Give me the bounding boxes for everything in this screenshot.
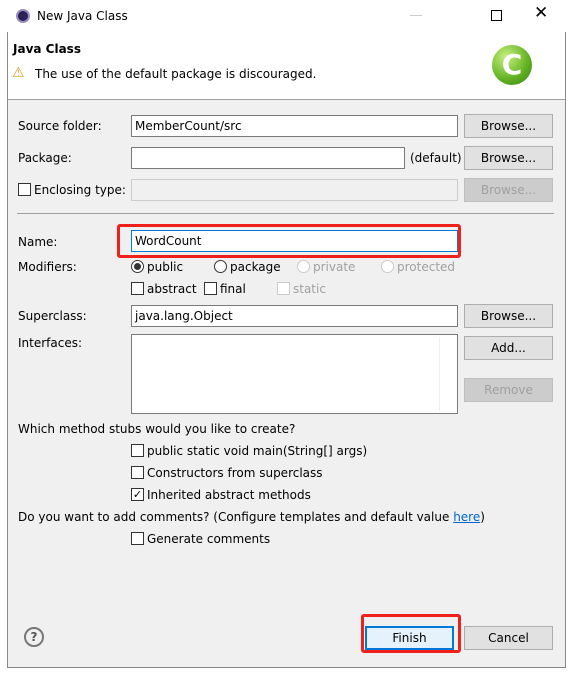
- public-label: public: [147, 260, 184, 274]
- separator: [17, 213, 554, 214]
- enclosing-type-label: Enclosing type:: [34, 183, 126, 197]
- final-checkbox[interactable]: [204, 282, 217, 295]
- main-method-checkbox[interactable]: [131, 444, 144, 457]
- static-checkbox[interactable]: [277, 282, 290, 295]
- enclosing-type-browse-button[interactable]: Browse...: [464, 178, 553, 202]
- interfaces-label: Interfaces:: [18, 336, 83, 350]
- title-bar: New Java Class ✕: [7, 0, 566, 32]
- eclipse-icon: [16, 9, 30, 23]
- add-interface-button[interactable]: Add...: [464, 336, 553, 360]
- comments-question-close: ): [480, 510, 485, 524]
- maximize-button[interactable]: [491, 10, 502, 21]
- private-radio[interactable]: [297, 260, 310, 273]
- generate-comments-label: Generate comments: [147, 532, 271, 546]
- minimize-button[interactable]: [410, 15, 422, 16]
- warning-icon: ⚠: [12, 65, 25, 81]
- page-title: Java Class: [13, 42, 81, 56]
- package-default-hint: (default): [410, 151, 462, 165]
- abstract-label: abstract: [147, 282, 197, 296]
- warning-message: The use of the default package is discou…: [35, 67, 317, 81]
- remove-interface-button[interactable]: Remove: [464, 378, 553, 402]
- enclosing-type-checkbox[interactable]: [18, 183, 31, 196]
- superclass-input[interactable]: java.lang.Object: [131, 305, 458, 327]
- public-radio[interactable]: [131, 260, 144, 273]
- package-label: Package:: [18, 151, 72, 165]
- name-label: Name:: [18, 235, 58, 249]
- close-button[interactable]: ✕: [534, 5, 548, 22]
- final-label: final: [220, 282, 246, 296]
- interfaces-list[interactable]: [131, 334, 458, 414]
- here-link[interactable]: here: [453, 510, 480, 524]
- superclass-label: Superclass:: [18, 309, 87, 323]
- window-title: New Java Class: [37, 9, 128, 23]
- source-folder-label: Source folder:: [18, 119, 102, 133]
- superclass-browse-button[interactable]: Browse...: [464, 304, 553, 328]
- modifiers-label: Modifiers:: [18, 260, 77, 274]
- inherited-methods-label: Inherited abstract methods: [147, 488, 311, 502]
- constructors-label: Constructors from superclass: [147, 466, 323, 480]
- protected-label: protected: [397, 260, 456, 274]
- private-label: private: [313, 260, 356, 274]
- protected-radio[interactable]: [381, 260, 394, 273]
- help-icon[interactable]: ?: [24, 627, 44, 647]
- finish-highlight-box: [361, 614, 461, 653]
- highlight-box: [117, 224, 461, 258]
- package-radio[interactable]: [214, 260, 227, 273]
- inherited-methods-checkbox[interactable]: ✓: [131, 488, 144, 501]
- wizard-header: Java Class ⚠ The use of the default pack…: [8, 32, 565, 100]
- method-stubs-question: Which method stubs would you like to cre…: [18, 422, 296, 436]
- abstract-checkbox[interactable]: [131, 282, 144, 295]
- generate-comments-checkbox[interactable]: [131, 532, 144, 545]
- main-method-label: public static void main(String[] args): [147, 444, 368, 458]
- comments-question-text: Do you want to add comments? (Configure …: [18, 510, 454, 524]
- java-class-icon: C: [492, 45, 532, 85]
- package-input[interactable]: [131, 147, 405, 169]
- cancel-button[interactable]: Cancel: [464, 626, 553, 650]
- constructors-checkbox[interactable]: [131, 466, 144, 479]
- package-browse-button[interactable]: Browse...: [464, 146, 553, 170]
- source-folder-browse-button[interactable]: Browse...: [464, 114, 553, 138]
- package-radio-label: package: [230, 260, 281, 274]
- static-label: static: [293, 282, 326, 296]
- enclosing-type-input[interactable]: [131, 179, 458, 201]
- source-folder-input[interactable]: MemberCount/src: [131, 115, 458, 137]
- comments-question: Do you want to add comments? (Configure …: [18, 510, 485, 524]
